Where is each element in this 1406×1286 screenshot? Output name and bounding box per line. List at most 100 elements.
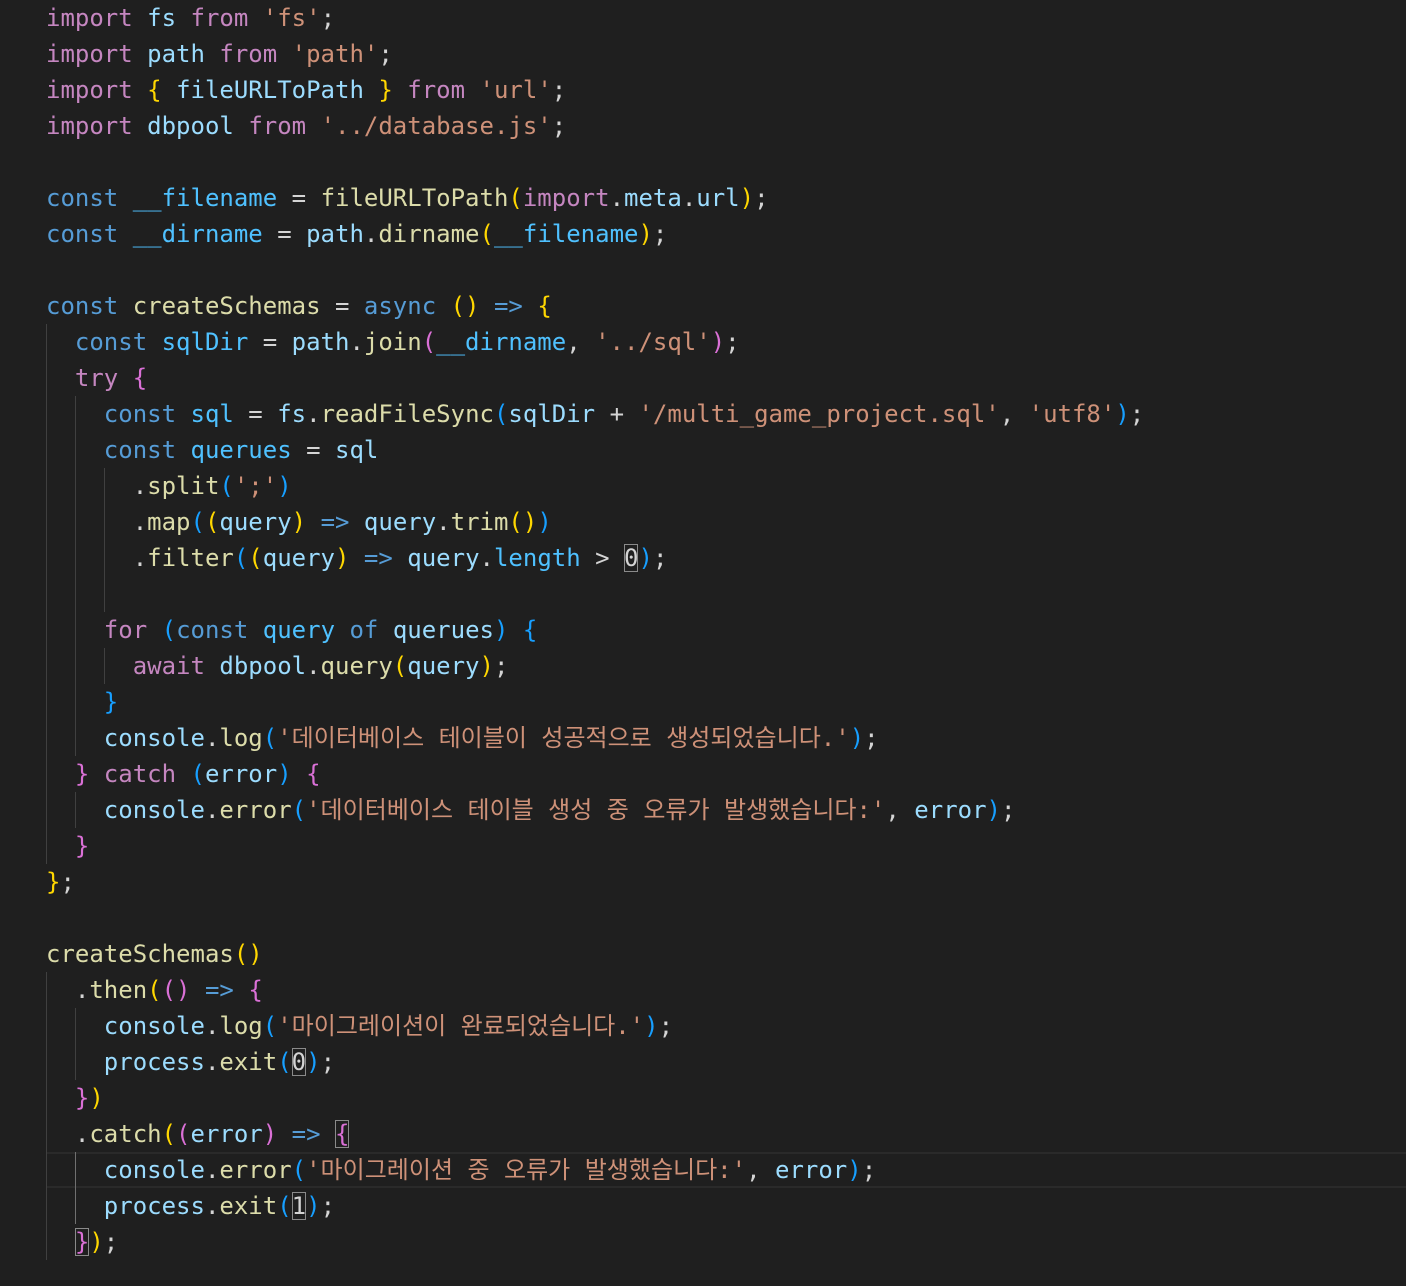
- code-token: (: [190, 760, 205, 788]
- code-token: query: [262, 544, 335, 572]
- code-token: error: [219, 1156, 292, 1184]
- code-line[interactable]: createSchemas(): [46, 936, 1406, 972]
- code-line[interactable]: import fs from 'fs';: [46, 0, 1406, 36]
- code-token: }: [74, 832, 90, 860]
- line-text: [46, 580, 133, 608]
- code-line[interactable]: console.log('데이터베이스 테이블이 성공적으로 생성되었습니다.'…: [46, 720, 1406, 756]
- code-token: exit: [219, 1192, 278, 1220]
- code-token: {: [306, 760, 321, 788]
- code-token: query: [262, 616, 336, 644]
- line-text: createSchemas(): [46, 940, 263, 968]
- code-token: import: [46, 40, 133, 68]
- code-line[interactable]: const __filename = fileURLToPath(import.…: [46, 180, 1406, 216]
- code-token: dbpool: [219, 652, 307, 680]
- code-line[interactable]: .then(() => {: [46, 972, 1406, 1008]
- code-editor[interactable]: import fs from 'fs'; import path from 'pa…: [0, 0, 1406, 1286]
- code-token: (): [161, 976, 191, 1004]
- code-line[interactable]: process.exit(0);: [46, 1044, 1406, 1080]
- code-line[interactable]: for (const query of querues) {: [46, 612, 1406, 648]
- line-text: const sql = fs.readFileSync(sqlDir + '/m…: [46, 400, 1144, 428]
- line-text: import fs from 'fs';: [46, 4, 335, 32]
- code-token: fileURLToPath: [176, 76, 364, 104]
- code-line[interactable]: import dbpool from '../database.js';: [46, 108, 1406, 144]
- code-token: process: [103, 1192, 205, 1220]
- line-text: import { fileURLToPath } from 'url';: [46, 76, 566, 104]
- code-line[interactable]: [46, 576, 1406, 612]
- code-line[interactable]: await dbpool.query(query);: [46, 648, 1406, 684]
- code-line[interactable]: });: [46, 1224, 1406, 1260]
- code-line[interactable]: console.error('데이터베이스 테이블 생성 중 오류가 발생했습니…: [46, 792, 1406, 828]
- code-token: for: [103, 616, 148, 644]
- line-text: console.log('데이터베이스 테이블이 성공적으로 생성되었습니다.'…: [46, 724, 879, 752]
- code-area[interactable]: import fs from 'fs'; import path from 'pa…: [46, 0, 1406, 1260]
- code-token: .: [436, 508, 451, 536]
- code-token: querues: [190, 436, 292, 464]
- code-token: (): [508, 508, 538, 536]
- code-line[interactable]: console.error('마이그레이션 중 오류가 발생했습니다:', er…: [46, 1152, 1406, 1188]
- code-line[interactable]: const __dirname = path.dirname(__filenam…: [46, 216, 1406, 252]
- code-token: then: [89, 976, 148, 1004]
- code-token: ): [638, 220, 653, 248]
- code-token: (: [219, 472, 234, 500]
- code-line[interactable]: [46, 252, 1406, 288]
- code-token: (: [277, 1192, 292, 1220]
- code-line[interactable]: import path from 'path';: [46, 36, 1406, 72]
- code-token: from: [248, 112, 307, 140]
- line-text: .catch((error) => {: [46, 1120, 350, 1148]
- code-token: dbpool: [147, 112, 234, 140]
- code-line[interactable]: process.exit(1);: [46, 1188, 1406, 1224]
- code-token: '마이그레이션이 완료되었습니다.': [277, 1012, 645, 1040]
- code-token: '../sql': [595, 328, 711, 356]
- code-line[interactable]: }: [46, 684, 1406, 720]
- code-line[interactable]: const sqlDir = path.join(__dirname, '../…: [46, 324, 1406, 360]
- code-line[interactable]: };: [46, 864, 1406, 900]
- code-token: ): [644, 1012, 659, 1040]
- code-line[interactable]: const sql = fs.readFileSync(sqlDir + '/m…: [46, 396, 1406, 432]
- code-token: async: [363, 292, 437, 320]
- code-token: ';': [233, 472, 278, 500]
- code-line[interactable]: const createSchemas = async () => {: [46, 288, 1406, 324]
- code-token: {: [132, 364, 148, 392]
- code-line[interactable]: .catch((error) => {: [46, 1116, 1406, 1152]
- code-line[interactable]: }: [46, 828, 1406, 864]
- code-token: error: [914, 796, 987, 824]
- code-token: ;: [493, 652, 509, 680]
- code-token: const: [103, 400, 177, 428]
- line-text: }: [46, 832, 89, 860]
- code-line[interactable]: } catch (error) {: [46, 756, 1406, 792]
- code-token: .: [609, 184, 625, 212]
- code-token: (: [421, 328, 437, 356]
- code-line[interactable]: [46, 900, 1406, 936]
- code-token: const: [46, 220, 119, 248]
- code-line[interactable]: .filter((query) => query.length > 0);: [46, 540, 1406, 576]
- code-line[interactable]: console.log('마이그레이션이 완료되었습니다.');: [46, 1008, 1406, 1044]
- code-line[interactable]: .split(';'): [46, 468, 1406, 504]
- code-token: trim: [450, 508, 509, 536]
- line-text: .filter((query) => query.length > 0);: [46, 544, 667, 572]
- code-line[interactable]: const querues = sql: [46, 432, 1406, 468]
- code-token: (: [479, 220, 494, 248]
- code-token: createSchemas: [132, 292, 321, 320]
- code-line[interactable]: import { fileURLToPath } from 'url';: [46, 72, 1406, 108]
- code-token: .: [204, 796, 220, 824]
- code-line[interactable]: .map((query) => query.trim()): [46, 504, 1406, 540]
- code-line[interactable]: try {: [46, 360, 1406, 396]
- line-text: console.log('마이그레이션이 완료되었습니다.');: [46, 1012, 673, 1040]
- code-token: __dirname: [436, 328, 567, 356]
- code-line[interactable]: }): [46, 1080, 1406, 1116]
- code-token: ): [306, 1048, 321, 1076]
- code-line[interactable]: [46, 144, 1406, 180]
